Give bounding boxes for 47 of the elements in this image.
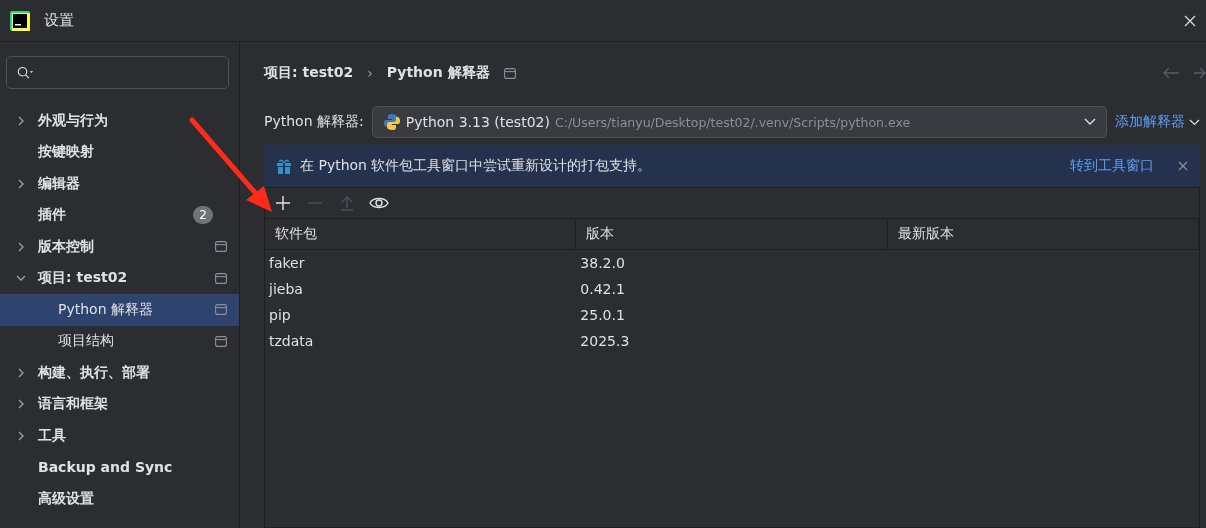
column-header[interactable]: 版本 [576, 219, 888, 249]
table-cell-text: tzdata [268, 332, 315, 351]
sidebar-item[interactable]: 插件 2 [0, 199, 239, 231]
eye-icon [369, 196, 389, 210]
sidebar-item[interactable]: 项目结构 [0, 325, 239, 357]
table-cell-text: jieba [267, 280, 304, 299]
sidebar-item[interactable]: 按键映射 [0, 136, 239, 168]
count-badge: 2 [193, 206, 213, 225]
breadcrumb-item[interactable]: 项目: test02 [264, 64, 354, 82]
interpreter-name: Python 3.13 (test02) [405, 114, 550, 130]
breadcrumb-separator: › [367, 65, 373, 81]
upload-icon [339, 195, 355, 211]
sidebar-item[interactable]: 构建、执行、部署 [0, 357, 239, 389]
breadcrumb-item: Python 解释器 [386, 64, 490, 82]
sidebar-item[interactable]: 版本控制 [0, 231, 239, 263]
column-header[interactable]: 最新版本 [887, 219, 1199, 249]
table-cell-text: pip [268, 306, 292, 325]
sidebar-item[interactable]: Backup and Sync [0, 451, 239, 483]
app-logo-icon [10, 10, 30, 31]
interpreter-path: C:/Users/tianyu/Desktop/test02/.venv/Scripts/python.exe [554, 114, 912, 130]
window-title: 设置 [44, 11, 75, 30]
sidebar-item[interactable]: Python 解释器 [0, 294, 239, 326]
chevron-down-icon [1189, 118, 1200, 126]
chevron-down-icon [1084, 118, 1096, 126]
search-field[interactable] [6, 56, 229, 89]
table-cell-text: 25.0.1 [579, 306, 626, 325]
python-logo-icon [382, 113, 401, 131]
sidebar-item[interactable]: 语言和框架 [0, 388, 239, 420]
add-interpreter-link[interactable]: 添加解释器 [1115, 113, 1200, 131]
table-cell-text: 0.42.1 [579, 280, 626, 299]
table-cell-text: faker [268, 254, 306, 273]
sidebar-item[interactable]: 工具 [0, 420, 239, 452]
table-cell-text: 38.2.0 [579, 254, 626, 273]
interpreter-dropdown[interactable]: Python 3.13 (test02) C:/Users/tianyu/Desktop/test02/.venv/Scripts/python.exe [371, 106, 1107, 138]
sidebar-item[interactable]: 项目: test02 [0, 262, 239, 294]
table-cell-text: 2025.3 [579, 332, 631, 351]
window-icon [503, 67, 516, 79]
column-header[interactable]: 软件包 [265, 219, 577, 249]
sidebar-item[interactable]: 编辑器 [0, 168, 239, 200]
interpreter-label: Python 解释器: [264, 113, 364, 131]
plus-icon [275, 195, 291, 211]
gift-icon [276, 158, 292, 174]
sidebar-item[interactable]: 外观与行为 [0, 105, 239, 137]
tool-window-link[interactable]: 转到工具窗口 [1070, 157, 1154, 175]
search-icon [17, 64, 34, 81]
banner-text: 在 Python 软件包工具窗口中尝试重新设计的打包支持。 [300, 157, 653, 175]
sidebar-item[interactable]: 高级设置 [0, 483, 239, 515]
